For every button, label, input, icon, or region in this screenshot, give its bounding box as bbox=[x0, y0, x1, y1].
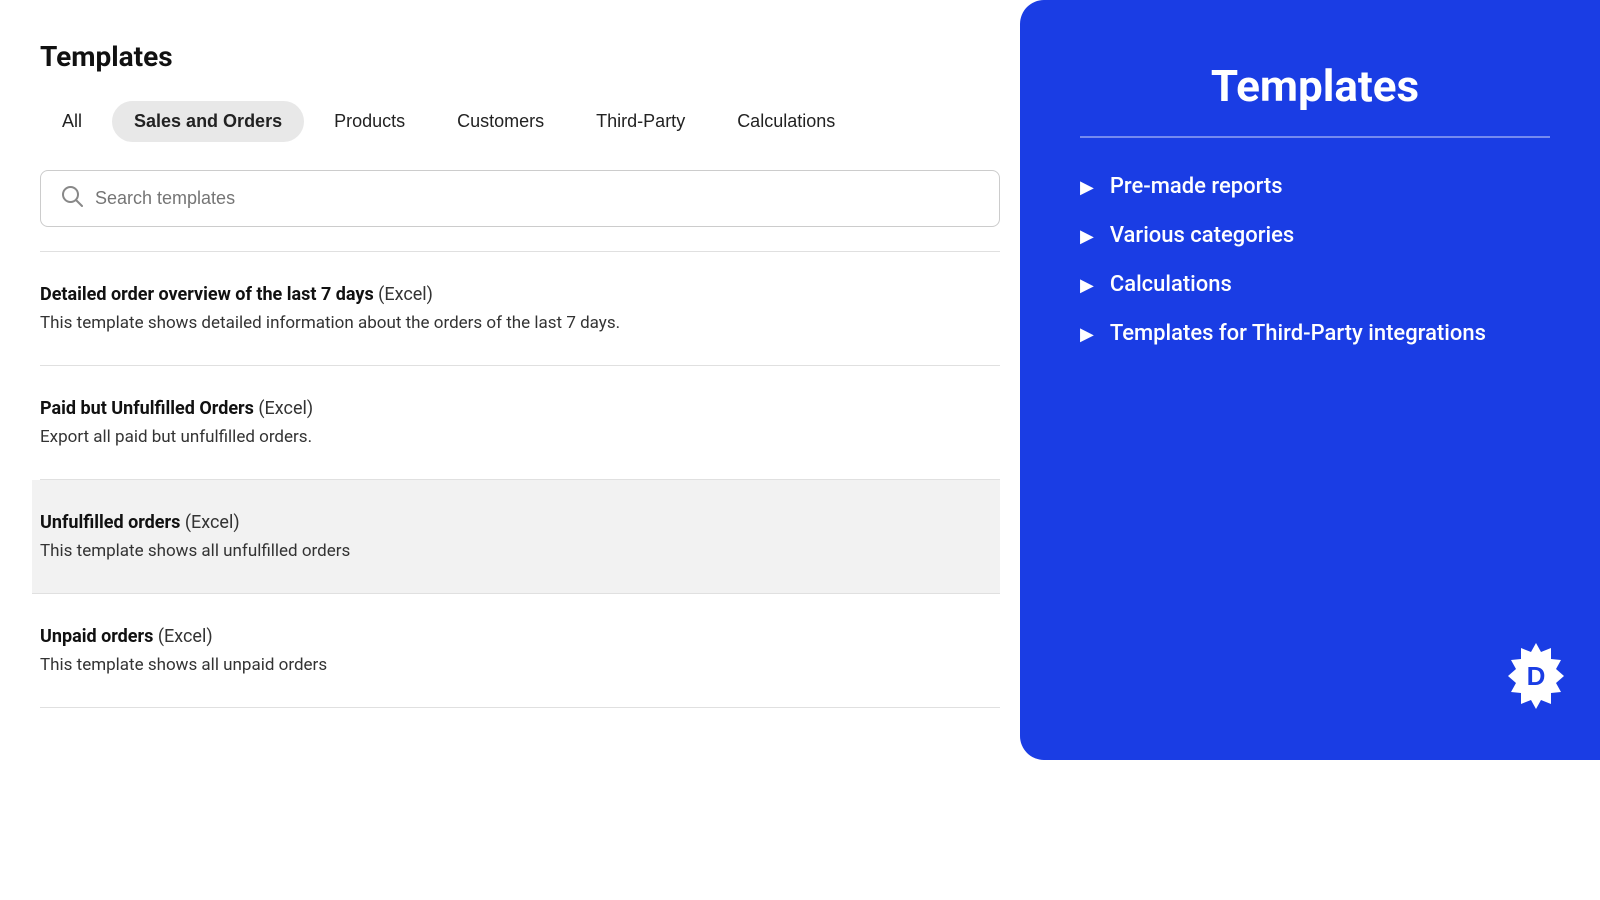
svg-text:D: D bbox=[1527, 661, 1546, 691]
bullet-icon: ▶ bbox=[1080, 226, 1094, 247]
templates-list: Detailed order overview of the last 7 da… bbox=[40, 251, 1040, 708]
template-item[interactable]: Paid but Unfulfilled Orders (Excel) Expo… bbox=[40, 366, 1000, 480]
bullet-icon: ▶ bbox=[1080, 324, 1094, 345]
tab-sales[interactable]: Sales and Orders bbox=[112, 101, 304, 142]
panel-list: ▶ Pre-made reports ▶ Various categories … bbox=[1080, 174, 1550, 346]
template-title: Detailed order overview of the last 7 da… bbox=[40, 284, 1000, 305]
search-icon bbox=[61, 185, 83, 212]
template-title: Unfulfilled orders (Excel) bbox=[40, 512, 1000, 533]
info-panel: Templates ▶ Pre-made reports ▶ Various c… bbox=[1020, 0, 1600, 760]
panel-divider bbox=[1080, 136, 1550, 138]
template-desc: Export all paid but unfulfilled orders. bbox=[40, 427, 1000, 447]
bullet-icon: ▶ bbox=[1080, 177, 1094, 198]
panel-list-item: ▶ Various categories bbox=[1080, 223, 1550, 248]
search-bar bbox=[40, 170, 1000, 227]
page-title: Templates bbox=[40, 40, 1040, 73]
tab-third-party[interactable]: Third-Party bbox=[574, 101, 707, 142]
tabs-container: All Sales and Orders Products Customers … bbox=[40, 101, 1040, 142]
tab-calculations[interactable]: Calculations bbox=[715, 101, 857, 142]
panel-list-item: ▶ Pre-made reports bbox=[1080, 174, 1550, 199]
template-desc: This template shows all unpaid orders bbox=[40, 655, 1000, 675]
panel-list-item: ▶ Calculations bbox=[1080, 272, 1550, 297]
template-desc: This template shows all unfulfilled orde… bbox=[40, 541, 1000, 561]
template-item[interactable]: Detailed order overview of the last 7 da… bbox=[40, 251, 1000, 366]
bullet-icon: ▶ bbox=[1080, 275, 1094, 296]
search-input[interactable] bbox=[95, 188, 979, 209]
template-desc: This template shows detailed information… bbox=[40, 313, 1000, 333]
template-item-highlighted[interactable]: Unfulfilled orders (Excel) This template… bbox=[32, 480, 1000, 594]
tab-products[interactable]: Products bbox=[312, 101, 427, 142]
tab-customers[interactable]: Customers bbox=[435, 101, 566, 142]
tab-all[interactable]: All bbox=[40, 101, 104, 142]
panel-list-item: ▶ Templates for Third-Party integrations bbox=[1080, 321, 1550, 346]
template-item[interactable]: Unpaid orders (Excel) This template show… bbox=[40, 594, 1000, 708]
template-title: Unpaid orders (Excel) bbox=[40, 626, 1000, 647]
template-title: Paid but Unfulfilled Orders (Excel) bbox=[40, 398, 1000, 419]
d-badge: D bbox=[1496, 638, 1576, 718]
panel-title: Templates bbox=[1080, 60, 1550, 112]
